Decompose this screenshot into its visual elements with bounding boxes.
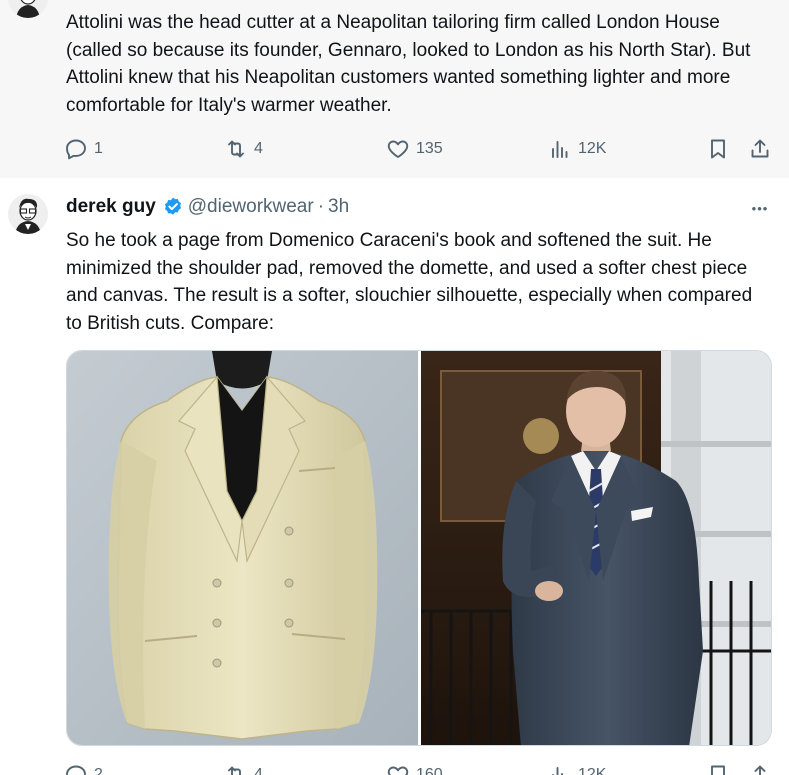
media-image-man-in-suit[interactable] — [420, 351, 771, 745]
media-image-jacket[interactable] — [67, 351, 418, 745]
avatar[interactable] — [8, 194, 48, 234]
repost-button[interactable]: 4 — [224, 134, 263, 164]
separator: · — [317, 196, 325, 217]
views-button[interactable]: 12K — [548, 134, 606, 164]
reply-button[interactable]: 1 — [64, 134, 103, 164]
heart-icon — [387, 766, 409, 775]
bookmark-icon — [711, 139, 725, 159]
repost-button[interactable]: 4 — [224, 760, 263, 775]
reply-icon — [66, 139, 86, 160]
like-button[interactable]: 160 — [386, 760, 443, 775]
action-bar: 2 4 160 12K — [64, 760, 776, 775]
repost-icon — [228, 140, 244, 158]
avatar[interactable] — [8, 0, 48, 18]
repost-icon — [228, 766, 241, 775]
share-button[interactable] — [748, 134, 772, 164]
like-count: 135 — [416, 140, 443, 157]
timestamp[interactable]: 3h — [328, 196, 349, 218]
display-name[interactable]: derek guy — [66, 196, 156, 218]
bookmark-icon — [711, 765, 725, 775]
views-icon — [552, 141, 568, 158]
more-button[interactable]: ••• — [748, 196, 772, 220]
heart-icon — [387, 140, 409, 158]
share-icon — [754, 765, 766, 775]
share-button[interactable] — [748, 760, 772, 775]
repost-count: 4 — [254, 766, 263, 775]
views-icon — [552, 767, 563, 775]
like-button[interactable]: 135 — [386, 134, 443, 164]
reply-icon — [66, 765, 86, 775]
views-button[interactable]: 12K — [548, 760, 606, 775]
action-bar: 1 4 135 12K — [64, 134, 776, 164]
reply-button[interactable]: 2 — [64, 760, 103, 775]
media-grid — [66, 350, 772, 746]
reply-count: 2 — [94, 766, 103, 775]
reply-count: 1 — [94, 140, 103, 157]
views-count: 12K — [578, 140, 607, 157]
share-icon — [751, 139, 769, 158]
bookmark-button[interactable] — [706, 134, 730, 164]
bookmark-button[interactable] — [706, 760, 730, 775]
tweet-text: Attolini was the head cutter at a Neapol… — [66, 12, 751, 116]
views-count: 12K — [578, 766, 607, 775]
verified-badge-icon[interactable] — [162, 196, 184, 218]
more-icon: ••• — [751, 200, 769, 216]
like-count: 160 — [416, 766, 443, 775]
tweet-previous[interactable]: Attolini was the head cutter at a Neapol… — [0, 0, 789, 178]
tweet-header: derek guy @dieworkwear · 3h — [66, 194, 349, 220]
repost-count: 4 — [254, 140, 263, 157]
handle[interactable]: @dieworkwear — [188, 196, 314, 218]
tweet-text: So he took a page from Domenico Caraceni… — [66, 230, 753, 334]
